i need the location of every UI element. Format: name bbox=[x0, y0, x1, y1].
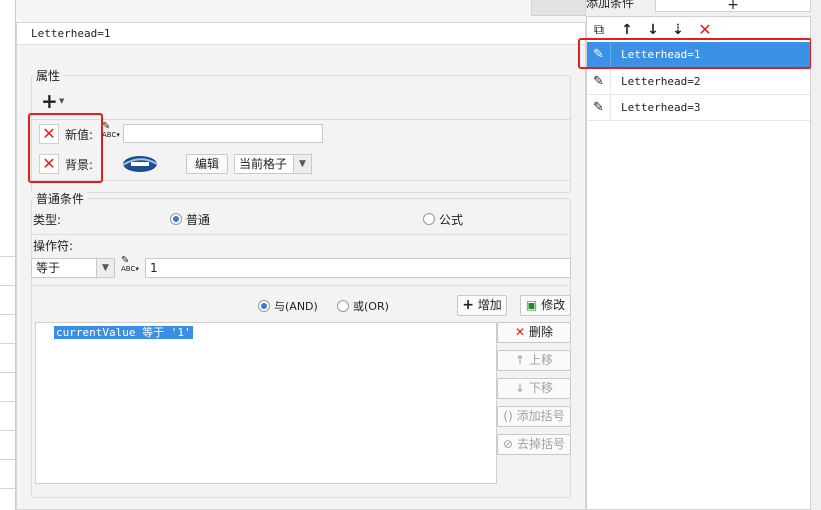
background-tab bbox=[531, 0, 586, 16]
operand-input[interactable]: 1 bbox=[145, 258, 571, 278]
background-sheet-strip bbox=[0, 0, 16, 510]
move-down-label: 下移 bbox=[528, 381, 553, 395]
right-panel-scrollbar[interactable] bbox=[811, 0, 821, 510]
background-toolbar bbox=[16, 0, 586, 22]
sheet-grid-line bbox=[0, 459, 16, 460]
edit-background-button[interactable]: 编辑 bbox=[186, 154, 228, 174]
remove-parentheses-button[interactable]: ⊘ 去掉括号 bbox=[497, 434, 571, 455]
remove-background-button[interactable]: ✕ bbox=[39, 154, 59, 174]
sheet-grid-line bbox=[0, 285, 16, 286]
move-up-button[interactable]: ↑ 上移 bbox=[497, 350, 571, 371]
plus-icon: + bbox=[462, 297, 474, 313]
condition-list[interactable]: currentValue 等于 '1' bbox=[35, 322, 497, 484]
parentheses-icon: () bbox=[503, 409, 513, 423]
type-normal-label: 普通 bbox=[186, 213, 211, 227]
condition-item-row[interactable]: ✎ Letterhead=3 bbox=[587, 95, 810, 121]
divider bbox=[31, 234, 571, 235]
operator-value: 等于 bbox=[36, 261, 61, 275]
move-up-label: 上移 bbox=[528, 353, 553, 367]
sheet-grid-line bbox=[0, 401, 16, 402]
condition-list-item-text: currentValue 等于 '1' bbox=[54, 326, 193, 339]
type-formula-radio[interactable] bbox=[423, 213, 435, 225]
arrow-up-icon[interactable]: ↑ bbox=[618, 21, 636, 39]
type-formula-label: 公式 bbox=[439, 213, 464, 227]
add-condition-item-button[interactable]: + bbox=[655, 0, 811, 12]
condition-list-item[interactable]: currentValue 等于 '1' bbox=[54, 324, 193, 340]
type-normal-radio[interactable] bbox=[170, 213, 182, 225]
sheet-grid-line bbox=[0, 488, 16, 489]
condition-item-row[interactable]: ✎ Letterhead=2 bbox=[587, 69, 810, 95]
and-label: 与(AND) bbox=[274, 300, 318, 313]
arrow-down-icon: ↓ bbox=[515, 381, 526, 395]
modify-condition-label: 修改 bbox=[541, 298, 566, 312]
delete-x-icon[interactable]: ✕ bbox=[696, 21, 714, 39]
delete-condition-button[interactable]: ✕ 删除 bbox=[497, 322, 571, 343]
and-radio[interactable] bbox=[258, 300, 270, 312]
modify-condition-button[interactable]: ▣ 修改 bbox=[520, 295, 571, 316]
type-label: 类型: bbox=[33, 213, 62, 227]
condition-attribute-dialog: Letterhead=1 属性 + ▼ ✕ 新值: ✎ ABC▾ ✕ 背景: 编辑… bbox=[16, 22, 586, 510]
arrow-up-icon: ↑ bbox=[515, 353, 526, 367]
add-condition-header-label: 添加条件 bbox=[586, 0, 635, 10]
add-condition-button[interactable]: + 增加 bbox=[457, 295, 507, 316]
background-mode-select[interactable]: 当前格子 ▼ bbox=[234, 154, 312, 174]
pencil-icon: ✎ bbox=[587, 69, 611, 95]
add-condition-label: 增加 bbox=[477, 298, 502, 312]
background-image-preview bbox=[119, 152, 161, 176]
background-mode-value: 当前格子 bbox=[239, 157, 288, 171]
sort-down-icon[interactable]: ⇣ bbox=[669, 21, 687, 39]
chevron-down-icon: ▼ bbox=[293, 155, 311, 173]
remove-new-value-button[interactable]: ✕ bbox=[39, 124, 59, 144]
sheet-grid-line bbox=[0, 343, 16, 344]
condition-item-panel: ⧉ ↑ ↓ ⇣ ✕ ✎ Letterhead=1 ✎ Letterhead=2 … bbox=[586, 16, 811, 510]
selected-item-highlight bbox=[578, 38, 812, 69]
normal-condition-label: 普通条件 bbox=[33, 190, 88, 207]
modify-icon: ▣ bbox=[525, 298, 538, 312]
new-value-label: 新值: bbox=[65, 128, 94, 142]
dialog-title: Letterhead=1 bbox=[17, 23, 585, 45]
add-parentheses-button[interactable]: () 添加括号 bbox=[497, 406, 571, 427]
move-down-button[interactable]: ↓ 下移 bbox=[497, 378, 571, 399]
sheet-grid-line bbox=[0, 430, 16, 431]
background-label: 背景: bbox=[65, 158, 94, 172]
delete-condition-label: 删除 bbox=[528, 325, 553, 339]
formula-abc-icon[interactable]: ✎ ABC▾ bbox=[102, 122, 122, 145]
pencil-icon: ✎ bbox=[587, 95, 611, 121]
or-radio[interactable] bbox=[337, 300, 349, 312]
sheet-grid-line bbox=[0, 256, 16, 257]
delete-icon: ✕ bbox=[515, 325, 526, 339]
chevron-down-icon: ▼ bbox=[96, 259, 114, 277]
condition-item-label: Letterhead=2 bbox=[621, 75, 701, 88]
condition-item-label: Letterhead=3 bbox=[621, 101, 701, 114]
or-label: 或(OR) bbox=[353, 300, 389, 313]
divider bbox=[31, 285, 571, 286]
formula-abc-icon[interactable]: ✎ ABC▾ bbox=[121, 256, 141, 279]
operator-select[interactable]: 等于 ▼ bbox=[31, 258, 115, 278]
plus-icon: + bbox=[41, 89, 58, 113]
remove-parentheses-icon: ⊘ bbox=[503, 437, 514, 451]
new-value-input[interactable] bbox=[123, 124, 323, 143]
remove-parentheses-label: 去掉括号 bbox=[516, 437, 565, 451]
dropdown-arrow-icon: ▼ bbox=[59, 97, 65, 105]
sheet-grid-line bbox=[0, 372, 16, 373]
add-parentheses-label: 添加括号 bbox=[516, 409, 565, 423]
arrow-down-icon[interactable]: ↓ bbox=[644, 21, 662, 39]
add-attribute-button[interactable]: + ▼ bbox=[39, 89, 71, 113]
operator-label: 操作符: bbox=[33, 239, 74, 253]
sheet-grid-line bbox=[0, 314, 16, 315]
attributes-group-label: 属性 bbox=[33, 67, 64, 84]
copy-icon[interactable]: ⧉ bbox=[590, 21, 608, 39]
